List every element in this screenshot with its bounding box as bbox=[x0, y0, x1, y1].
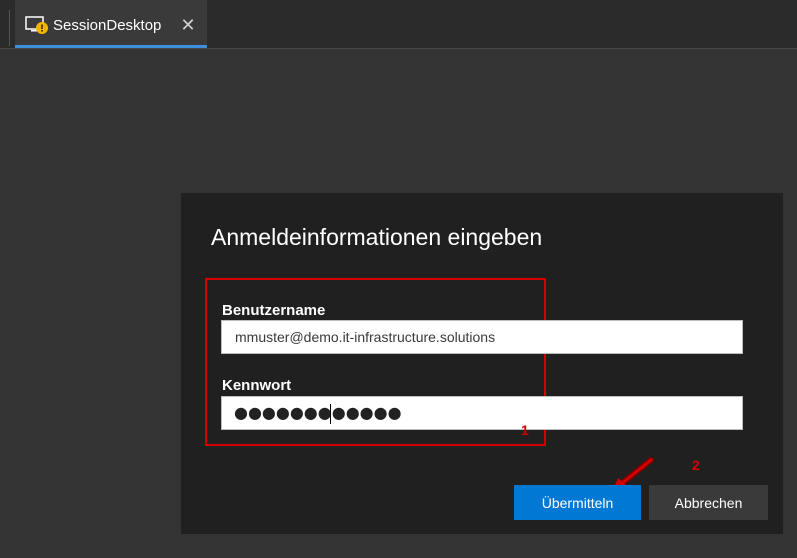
submit-button[interactable]: Übermitteln bbox=[514, 485, 641, 520]
dialog-title: Anmeldeinformationen eingeben bbox=[211, 224, 543, 250]
remote-desktop-warning-icon bbox=[25, 15, 49, 35]
credentials-dialog: Anmeldeinformationen eingeben Benutzerna… bbox=[181, 193, 783, 534]
tab-bar: SessionDesktop ✕ bbox=[0, 0, 797, 49]
username-field[interactable] bbox=[221, 320, 743, 354]
tab-separator bbox=[9, 10, 10, 46]
username-label: Benutzername bbox=[222, 302, 326, 319]
annotation-marker-2: 2 bbox=[692, 457, 700, 473]
tab-session-desktop[interactable]: SessionDesktop ✕ bbox=[15, 0, 207, 48]
password-masked-value: ●●●●●●●●●●●● bbox=[234, 403, 402, 422]
cancel-button[interactable]: Abbrechen bbox=[649, 485, 768, 520]
text-caret bbox=[330, 404, 331, 424]
close-icon[interactable]: ✕ bbox=[177, 14, 199, 36]
password-field[interactable]: ●●●●●●●●●●●● bbox=[221, 396, 743, 430]
annotation-marker-1: 1 bbox=[521, 422, 529, 438]
tab-title: SessionDesktop bbox=[53, 17, 162, 34]
password-label: Kennwort bbox=[222, 377, 292, 394]
